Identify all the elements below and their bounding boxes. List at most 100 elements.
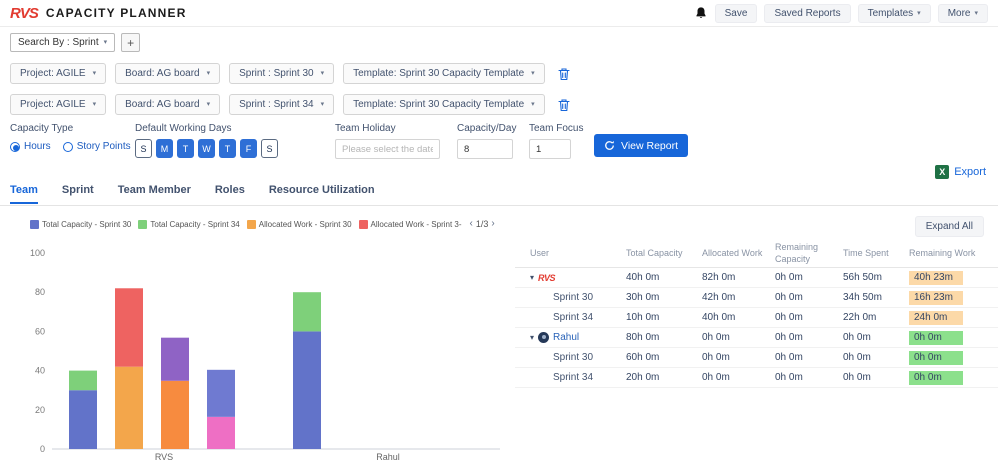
user-name[interactable]: Rahul [553, 332, 579, 343]
chart-legend: Total Capacity - Sprint 30 Total Capacit… [30, 219, 495, 229]
legend-item[interactable]: Allocated Work - Sprint 3- [358, 219, 462, 229]
day-button-sat[interactable]: S [261, 139, 278, 158]
search-row: Search By : Sprint ▾ + [10, 33, 141, 52]
tab-resource-utilization[interactable]: Resource Utilization [269, 184, 375, 204]
time-spent-cell: 56h 50m [843, 272, 882, 284]
project-select-value: Project: AGILE [20, 99, 86, 110]
day-button-sun[interactable]: S [135, 139, 152, 158]
template-select[interactable]: Template: Sprint 30 Capacity Template ▾ [343, 94, 545, 115]
legend-item[interactable]: Allocated Work - Sprint 30 [246, 219, 352, 229]
filter-row-2: Project: AGILE ▾ Board: AG board ▾ Sprint … [10, 94, 570, 115]
story-points-radio[interactable]: Story Points [62, 141, 131, 152]
remaining-work-badge: 16h 23m [909, 290, 963, 305]
saved-reports-button[interactable]: Saved Reports [764, 3, 851, 23]
team-holiday-input[interactable] [335, 139, 440, 159]
templates-button[interactable]: Templates ▾ [857, 3, 931, 23]
legend-prev-icon[interactable]: ‹ [470, 219, 473, 229]
board-select[interactable]: Board: AG board ▾ [115, 94, 221, 115]
sprint-select[interactable]: Sprint : Sprint 30 ▾ [229, 63, 335, 84]
search-by-dropdown[interactable]: Search By : Sprint ▾ [10, 33, 116, 52]
remaining-work-cell: 16h 23m [906, 289, 998, 307]
notification-icon[interactable] [694, 6, 708, 20]
board-select-value: Board: AG board [125, 68, 200, 79]
table-row-user-rahul: ▾ Rahul 80h 0m 0h 0m 0h 0m 0h 0m 0h 0m [515, 328, 998, 349]
legend-swatch [246, 219, 256, 229]
day-button-thu[interactable]: T [219, 139, 236, 158]
add-filter-row-button[interactable]: + [121, 33, 141, 52]
column-header-time-spent: Time Spent [843, 247, 889, 258]
tab-team-member[interactable]: Team Member [118, 184, 191, 204]
legend-label: Total Capacity - Sprint 30 [42, 219, 132, 229]
excel-icon: X [935, 165, 950, 179]
chevron-down-icon: ▾ [92, 70, 97, 77]
tab-bar: Team Sprint Team Member Roles Resource U… [10, 184, 375, 204]
settings-row: Capacity Type Hours Story Points Default… [0, 123, 998, 163]
radio-checked-icon [10, 141, 20, 152]
team-holiday-group: Team Holiday [335, 123, 440, 159]
team-focus-group: Team Focus [529, 123, 583, 159]
search-by-label: Search By : Sprint [18, 37, 99, 48]
capacity-bar-chart: 0 20 40 60 80 100 RVS Rahul [30, 248, 500, 460]
remaining-work-badge: 24h 0m [909, 310, 963, 325]
trash-icon [558, 67, 570, 80]
user-cell: ▾ Rahul [527, 330, 623, 345]
delete-filter-row-button[interactable] [558, 67, 570, 81]
chevron-down-icon: ▾ [531, 101, 535, 108]
svg-text:100: 100 [30, 248, 45, 258]
board-select[interactable]: Board: AG board ▾ [115, 63, 221, 84]
export-link[interactable]: X Export [935, 165, 986, 179]
allocated-work-cell: 0h 0m [702, 332, 730, 344]
legend-label: Allocated Work - Sprint 3- [370, 219, 462, 229]
capacity-per-day-input[interactable] [457, 139, 513, 159]
total-capacity-cell: 20h 0m [626, 372, 660, 384]
remaining-work-badge: 0h 0m [909, 370, 963, 385]
team-focus-label: Team Focus [529, 123, 584, 134]
filter-row-1: Project: AGILE ▾ Board: AG board ▾ Sprint … [10, 63, 570, 84]
chevron-down-icon: ▾ [531, 70, 535, 77]
legend-swatch [358, 219, 368, 229]
tab-roles[interactable]: Roles [215, 184, 245, 204]
legend-label: Total Capacity - Sprint 34 [150, 219, 240, 229]
legend-item[interactable]: Total Capacity - Sprint 30 [30, 219, 132, 229]
hours-radio-label: Hours [24, 141, 51, 152]
legend-item[interactable]: Total Capacity - Sprint 34 [138, 219, 240, 229]
top-bar: RVS Capacity Planner Save Saved Reports … [0, 0, 998, 27]
working-days-group: Default Working Days S M T W T F S [135, 123, 278, 158]
save-button[interactable]: Save [714, 3, 758, 23]
allocated-work-cell: 0h 0m [702, 372, 730, 384]
template-select[interactable]: Template: Sprint 30 Capacity Template ▾ [343, 63, 545, 84]
day-button-mon[interactable]: M [156, 139, 173, 158]
day-button-fri[interactable]: F [240, 139, 257, 158]
refresh-icon [605, 140, 614, 150]
hours-radio[interactable]: Hours [10, 141, 51, 152]
remaining-capacity-cell: 0h 0m [775, 292, 803, 304]
sprint-cell: Sprint 34 [553, 312, 594, 324]
tab-sprint[interactable]: Sprint [62, 184, 94, 204]
legend-next-icon[interactable]: › [491, 219, 494, 229]
more-button[interactable]: More ▾ [937, 3, 988, 23]
collapse-caret-icon[interactable]: ▾ [530, 333, 534, 342]
day-button-tue[interactable]: T [177, 139, 194, 158]
delete-filter-row-button[interactable] [558, 98, 570, 112]
legend-pager: ‹ 1/3 › [470, 219, 495, 230]
capacity-table-panel: Expand All User Total Capacity Allocated… [515, 206, 998, 461]
day-button-wed[interactable]: W [198, 139, 215, 158]
tab-team[interactable]: Team [10, 184, 38, 204]
capacity-per-day-label: Capacity/Day [457, 123, 517, 134]
collapse-caret-icon[interactable]: ▾ [530, 273, 534, 282]
column-header-remaining-capacity: Remaining Capacity [775, 242, 819, 264]
project-select[interactable]: Project: AGILE ▾ [10, 94, 107, 115]
remaining-work-badge: 0h 0m [909, 350, 963, 365]
sprint-cell: Sprint 30 [553, 292, 594, 304]
sprint-cell: Sprint 30 [553, 352, 594, 364]
radio-unchecked-icon [62, 141, 73, 152]
total-capacity-cell: 40h 0m [626, 272, 660, 284]
time-spent-cell: 34h 50m [843, 292, 882, 304]
column-header-user: User [530, 247, 550, 258]
expand-all-button[interactable]: Expand All [914, 216, 984, 237]
project-select[interactable]: Project: AGILE ▾ [10, 63, 107, 84]
view-report-button[interactable]: View Report [594, 134, 689, 157]
allocated-work-cell: 40h 0m [702, 312, 736, 324]
team-focus-input[interactable] [529, 139, 571, 159]
sprint-select[interactable]: Sprint : Sprint 34 ▾ [229, 94, 335, 115]
